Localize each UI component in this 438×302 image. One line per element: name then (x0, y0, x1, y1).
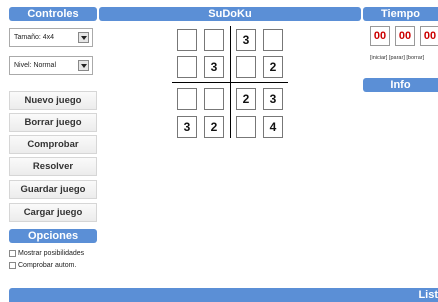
sudoku-cell[interactable] (263, 29, 283, 51)
sudoku-cell[interactable]: 3 (236, 29, 256, 51)
sudoku-cell[interactable] (236, 116, 256, 138)
auto-check-label: Comprobar autom. (18, 262, 77, 269)
sudoku-cell[interactable]: 3 (263, 88, 283, 110)
sudoku-cell[interactable]: 2 (263, 56, 283, 78)
time-header: Tiempo (363, 7, 438, 21)
sudoku-cell[interactable]: 2 (236, 88, 256, 110)
options-header: Opciones (9, 229, 97, 243)
timer-start-link[interactable]: [iniciar] (370, 55, 387, 61)
chevron-down-icon (78, 32, 89, 43)
sudoku-header: SuDoKu (99, 7, 361, 21)
check-button[interactable]: Comprobar (9, 135, 97, 154)
grid-divider-horizontal (172, 82, 288, 83)
show-possibilities-label: Mostrar posibilidades (18, 250, 85, 257)
show-possibilities-checkbox[interactable] (9, 249, 16, 257)
sudoku-cell[interactable] (177, 29, 197, 51)
auto-check-checkbox[interactable] (9, 261, 16, 269)
sudoku-cell[interactable] (177, 88, 197, 110)
timer-hours: 00 (370, 26, 390, 46)
auto-check-option[interactable]: Comprobar autom. (9, 261, 76, 270)
new-game-button[interactable]: Nuevo juego (9, 91, 97, 110)
show-possibilities-option[interactable]: Mostrar posibilidades (9, 249, 84, 258)
sudoku-cell[interactable]: 3 (177, 116, 197, 138)
controls-header: Controles (9, 7, 97, 21)
timer-reset-link[interactable]: [borrar] (406, 55, 424, 61)
sudoku-cell[interactable]: 3 (204, 56, 224, 78)
save-game-button[interactable]: Guardar juego (9, 180, 97, 199)
timer-controls: [iniciar] [parar] [borrar] (370, 55, 424, 61)
size-select-value: Tamaño: 4x4 (14, 34, 55, 41)
level-select[interactable]: Nivel: Normal (9, 56, 93, 75)
sudoku-cell[interactable] (236, 56, 256, 78)
load-game-button[interactable]: Cargar juego (9, 203, 97, 222)
info-header: Info (363, 78, 438, 92)
sudoku-cell[interactable] (177, 56, 197, 78)
sudoku-cell[interactable] (204, 88, 224, 110)
clear-game-button[interactable]: Borrar juego (9, 113, 97, 132)
solve-button[interactable]: Resolver (9, 157, 97, 176)
chevron-down-icon (78, 60, 89, 71)
timer-minutes: 00 (395, 26, 415, 46)
timer-seconds: 00 (420, 26, 438, 46)
sudoku-cell[interactable]: 2 (204, 116, 224, 138)
size-select[interactable]: Tamaño: 4x4 (9, 28, 93, 47)
timer-stop-link[interactable]: [parar] (389, 55, 405, 61)
sudoku-cell[interactable]: 4 (263, 116, 283, 138)
level-select-value: Nivel: Normal (14, 62, 57, 69)
sudoku-cell[interactable] (204, 29, 224, 51)
